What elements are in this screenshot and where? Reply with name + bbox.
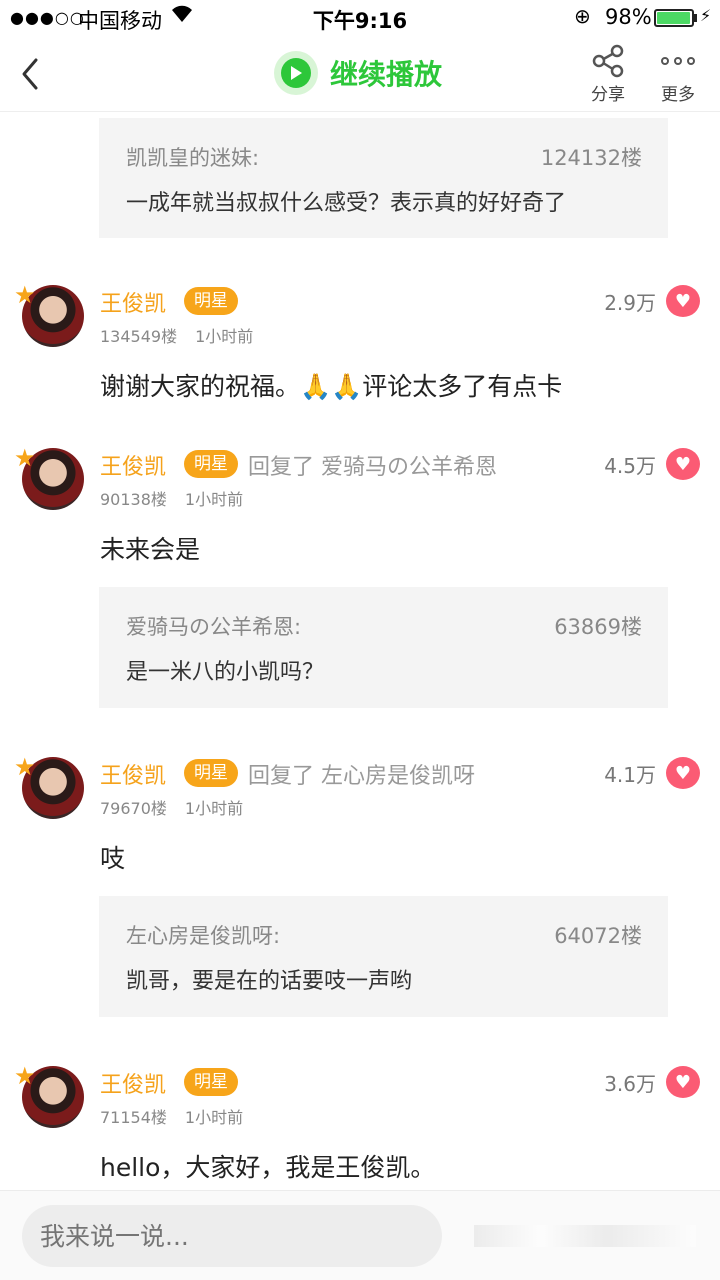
comment-text: 吱 <box>100 844 126 873</box>
floor-number: 90138楼 <box>100 490 167 509</box>
comment-author[interactable]: 王俊凯 <box>100 286 166 318</box>
floor-number: 79670楼 <box>100 799 167 818</box>
comment-item: ★ 王俊凯 明星 回复了 爱骑马の公羊希恩 4.5万 ♥ 90138楼 1小时前 … <box>0 446 720 564</box>
quoted-floor: 63869楼 <box>554 615 642 639</box>
rotation-lock-icon: ⊕ <box>574 4 591 28</box>
comment-item: ★ 王俊凯 明星 回复了 左心房是俊凯呀 4.1万 ♥ 79670楼 1小时前 吱 <box>0 755 720 873</box>
battery-percent: 98% <box>605 5 652 29</box>
more-dots-icon <box>648 44 708 78</box>
status-bar: ●●●○○ 中国移动 下午9:16 ⊕ 98% ⚡ <box>0 0 720 36</box>
heart-like-icon[interactable]: ♥ <box>666 1066 700 1098</box>
chevron-left-icon <box>22 58 38 90</box>
more-label: 更多 <box>661 85 695 105</box>
quoted-text: 是一米八的小凯吗？ <box>126 660 325 685</box>
comment-input-bar <box>0 1190 720 1280</box>
celebrity-badge: 明星 <box>184 1068 238 1096</box>
avatar[interactable]: ★ <box>14 1064 84 1134</box>
star-icon: ★ <box>14 281 36 309</box>
comment-meta: 79670楼 1小时前 <box>100 795 243 819</box>
star-icon: ★ <box>14 1062 36 1090</box>
share-button[interactable]: 分享 <box>578 44 638 106</box>
comment-list: 凯凯皇的迷妹: 124132楼 一成年就当叔叔什么感受？表示真的好好奇了 ★ 王… <box>0 113 720 1190</box>
play-icon <box>274 51 318 95</box>
star-icon: ★ <box>14 753 36 781</box>
battery-cap <box>694 14 697 22</box>
floor-number: 134549楼 <box>100 327 178 346</box>
quoted-comment[interactable]: 凯凯皇的迷妹: 124132楼 一成年就当叔叔什么感受？表示真的好好奇了 <box>99 118 668 238</box>
quoted-author: 凯凯皇的迷妹: <box>126 146 260 170</box>
like-count: 2.9万 <box>604 291 656 315</box>
comment-meta: 90138楼 1小时前 <box>100 486 243 510</box>
celebrity-badge: 明星 <box>184 287 238 315</box>
battery-icon <box>654 9 694 27</box>
avatar[interactable]: ★ <box>14 755 84 825</box>
charging-icon: ⚡ <box>700 6 712 25</box>
heart-like-icon[interactable]: ♥ <box>666 757 700 789</box>
avatar[interactable]: ★ <box>14 283 84 353</box>
like-count: 4.5万 <box>604 454 656 478</box>
post-time: 1小时前 <box>184 490 244 509</box>
comment-item: ★ 王俊凯 明星 2.9万 ♥ 134549楼 1小时前 谢谢大家的祝福。🙏🙏评论… <box>0 283 720 401</box>
quoted-author: 爱骑马の公羊希恩: <box>126 615 302 639</box>
post-time: 1小时前 <box>184 1108 244 1127</box>
quoted-text: 凯哥，要是在的话要吱一声哟 <box>126 969 413 994</box>
comment-text: 未来会是 <box>100 535 201 564</box>
comment-author[interactable]: 王俊凯 <box>100 1067 166 1099</box>
continue-play-button[interactable]: 继续播放 <box>274 50 442 96</box>
reply-to-label[interactable]: 回复了 左心房是俊凯呀 <box>248 758 475 790</box>
post-time: 1小时前 <box>195 327 254 346</box>
quoted-floor: 64072楼 <box>554 924 642 948</box>
avatar[interactable]: ★ <box>14 446 84 516</box>
quoted-comment[interactable]: 爱骑马の公羊希恩: 63869楼 是一米八的小凯吗？ <box>99 587 668 708</box>
comment-meta: 134549楼 1小时前 <box>100 323 253 347</box>
reply-to-label[interactable]: 回复了 爱骑马の公羊希恩 <box>248 449 497 481</box>
celebrity-badge: 明星 <box>184 450 238 478</box>
celebrity-badge: 明星 <box>184 759 238 787</box>
heart-like-icon[interactable]: ♥ <box>666 448 700 480</box>
send-area[interactable] <box>474 1225 696 1247</box>
post-time: 1小时前 <box>184 799 244 818</box>
comment-meta: 71154楼 1小时前 <box>100 1104 243 1128</box>
star-icon: ★ <box>14 444 36 472</box>
back-button[interactable] <box>14 54 46 94</box>
share-label: 分享 <box>591 85 625 105</box>
like-count: 3.6万 <box>604 1072 656 1096</box>
quoted-comment[interactable]: 左心房是俊凯呀: 64072楼 凯哥，要是在的话要吱一声哟 <box>99 896 668 1017</box>
comment-input[interactable] <box>22 1205 442 1267</box>
comment-item: ★ 王俊凯 明星 3.6万 ♥ 71154楼 1小时前 hello，大家好，我是王… <box>0 1064 720 1182</box>
like-count: 4.1万 <box>604 763 656 787</box>
heart-like-icon[interactable]: ♥ <box>666 285 700 317</box>
share-icon <box>578 44 638 78</box>
comment-author[interactable]: 王俊凯 <box>100 449 166 481</box>
quoted-floor: 124132楼 <box>540 146 642 170</box>
continue-play-label: 继续播放 <box>330 58 443 91</box>
comment-author[interactable]: 王俊凯 <box>100 758 166 790</box>
floor-number: 71154楼 <box>100 1108 167 1127</box>
more-button[interactable]: 更多 <box>648 44 708 106</box>
quoted-author: 左心房是俊凯呀: <box>126 924 281 948</box>
comment-text: 谢谢大家的祝福。🙏🙏评论太多了有点卡 <box>100 372 563 401</box>
comment-text: hello，大家好，我是王俊凯。 <box>100 1153 436 1182</box>
quoted-text: 一成年就当叔叔什么感受？表示真的好好奇了 <box>126 191 567 216</box>
nav-bar: 继续播放 分享 更多 <box>0 36 720 112</box>
